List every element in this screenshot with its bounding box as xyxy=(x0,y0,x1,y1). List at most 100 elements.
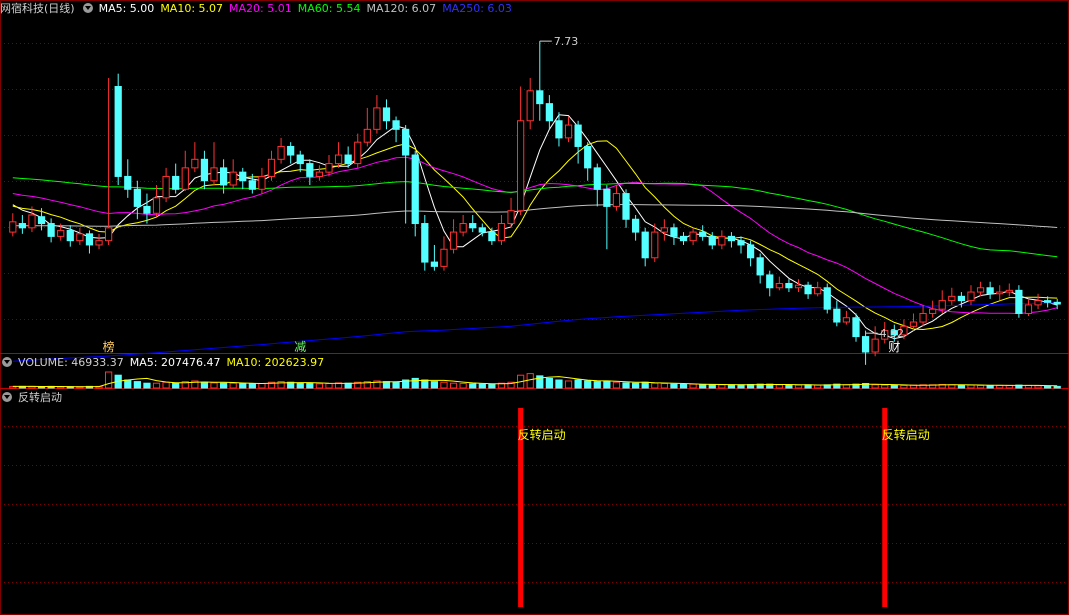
candle-body xyxy=(756,257,764,276)
price-header: 网宿科技(日线) MA5: 5.00 MA10: 5.07 MA20: 5.01 MA6… xyxy=(0,0,518,18)
candle-body xyxy=(104,227,113,242)
candle-body xyxy=(57,229,65,237)
candle-body xyxy=(746,244,755,259)
signal-series: 反转启动 反转启动 xyxy=(518,408,930,607)
candle-body xyxy=(986,287,994,295)
event-marker: 财 xyxy=(888,340,900,354)
candle-body xyxy=(210,167,218,182)
candle-body xyxy=(85,233,94,246)
candle-body xyxy=(670,227,678,237)
candle-body xyxy=(181,167,189,190)
volume-bar xyxy=(162,381,170,389)
candle-body xyxy=(1053,301,1061,305)
candle-body xyxy=(114,86,122,177)
volume-dropdown-icon[interactable] xyxy=(2,357,12,367)
volume-bar xyxy=(382,381,391,389)
candle-body xyxy=(574,124,582,147)
high-price-label: 7.73 xyxy=(554,35,579,48)
volume-bar xyxy=(248,383,256,389)
volume-bar xyxy=(143,382,151,389)
indicator-dropdown-icon[interactable] xyxy=(2,392,12,402)
candle-body xyxy=(248,180,256,190)
candle-body xyxy=(191,158,199,169)
signal-label: 反转启动 xyxy=(882,427,930,442)
volume-bar xyxy=(306,383,314,389)
candle-body xyxy=(421,223,429,263)
volume-bar xyxy=(727,384,736,389)
candle-body xyxy=(555,120,563,139)
ma20-value: MA20: 5.01 xyxy=(229,2,292,15)
volume-ma10: MA10: 202623.97 xyxy=(226,356,325,369)
candle-body xyxy=(37,216,46,225)
volume-bar xyxy=(651,382,659,389)
candle-body xyxy=(689,231,697,242)
candle-body xyxy=(449,231,458,250)
candle-body xyxy=(737,240,745,246)
volume-bar xyxy=(210,382,218,389)
candle-body xyxy=(651,231,659,259)
volume-bar xyxy=(555,379,563,389)
ma10-value: MA10: 5.07 xyxy=(160,2,224,15)
volume-bar xyxy=(545,377,553,389)
candlestick-series xyxy=(9,41,1061,365)
volume-bar xyxy=(708,384,716,389)
candle-body xyxy=(200,158,209,182)
volume-bar xyxy=(689,383,697,389)
volume-bar xyxy=(737,384,745,389)
volume-bar xyxy=(344,382,352,389)
moving-average-lines xyxy=(12,114,1058,362)
candle-body xyxy=(718,235,726,246)
candle-body xyxy=(344,154,352,165)
candle-body xyxy=(660,227,668,233)
chart-title: 网宿科技(日线) xyxy=(0,2,75,15)
ma10-line xyxy=(12,140,1058,331)
volume-bar xyxy=(881,384,889,389)
volume-bar xyxy=(584,380,592,389)
volume-bar xyxy=(459,383,467,389)
event-marker: 榜 xyxy=(103,339,115,354)
candle-body xyxy=(545,103,553,122)
candle-body xyxy=(488,231,496,242)
ma120-line xyxy=(12,203,1058,228)
candle-body xyxy=(47,223,55,237)
volume-bar xyxy=(794,384,803,389)
candle-body xyxy=(727,235,736,242)
candle-body xyxy=(239,171,247,182)
ma60-value: MA60: 5.54 xyxy=(297,2,361,15)
volume-bar xyxy=(1053,385,1061,389)
candle-body xyxy=(679,235,688,242)
volume-bar xyxy=(325,383,333,389)
candle-body xyxy=(9,221,17,233)
volume-bar xyxy=(430,381,439,389)
candle-body xyxy=(1005,289,1013,293)
volume-bar xyxy=(900,384,908,389)
volume-bar xyxy=(976,384,985,389)
candle-body xyxy=(536,90,544,105)
volume-bar xyxy=(574,379,582,389)
volume-bar xyxy=(670,383,678,389)
candle-body xyxy=(938,300,946,310)
volume-bar xyxy=(421,379,429,389)
candle-body xyxy=(612,193,621,207)
candle-body xyxy=(584,145,592,169)
candle-body xyxy=(919,312,927,323)
candle-body xyxy=(1024,304,1033,314)
candle-body xyxy=(871,338,879,353)
candle-body xyxy=(277,145,285,160)
candle-body xyxy=(152,197,161,214)
candle-body xyxy=(354,141,362,165)
volume-bar xyxy=(603,380,611,389)
candle-body xyxy=(1015,289,1023,314)
volume-bar xyxy=(219,382,228,389)
low-price-label: 4.32 xyxy=(880,327,905,340)
volume-bar xyxy=(104,371,113,389)
volume-bar xyxy=(239,383,247,389)
candle-body xyxy=(804,284,812,295)
ma120-value: MA120: 6.07 xyxy=(366,2,437,15)
volume-value: VOLUME: 46933.37 xyxy=(18,356,124,369)
volume-bar xyxy=(957,384,966,389)
candle-body xyxy=(392,120,400,130)
volume-bar xyxy=(699,383,707,389)
candle-body xyxy=(411,154,419,225)
header-dropdown-icon[interactable] xyxy=(82,3,93,13)
